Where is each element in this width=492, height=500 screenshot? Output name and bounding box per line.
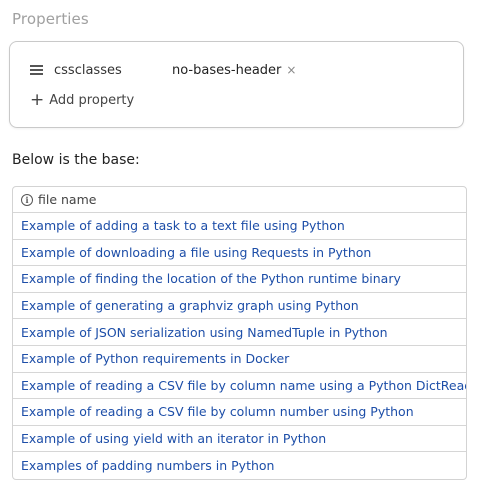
file-link[interactable]: Example of adding a task to a text file … bbox=[21, 218, 345, 233]
table-row: Example of Python requirements in Docker bbox=[13, 346, 466, 373]
plus-icon: + bbox=[30, 90, 45, 110]
file-link[interactable]: Example of reading a CSV file by column … bbox=[21, 404, 414, 419]
properties-heading: Properties bbox=[12, 10, 89, 28]
table-row: Example of generating a graphviz graph u… bbox=[13, 293, 466, 320]
info-icon: i bbox=[21, 193, 33, 206]
table-row: Example of reading a CSV file by column … bbox=[13, 373, 466, 400]
property-row[interactable]: cssclasses no-bases-header × bbox=[30, 60, 296, 80]
remove-tag-icon[interactable]: × bbox=[286, 63, 296, 77]
add-property-button[interactable]: + Add property bbox=[30, 92, 134, 109]
property-key[interactable]: cssclasses bbox=[54, 63, 172, 78]
file-link[interactable]: Examples of padding numbers in Python bbox=[21, 458, 274, 473]
property-value-tag[interactable]: no-bases-header bbox=[172, 63, 281, 78]
table-row: Example of JSON serialization using Name… bbox=[13, 319, 466, 346]
file-link[interactable]: Example of Python requirements in Docker bbox=[21, 351, 289, 366]
file-link[interactable]: Example of using yield with an iterator … bbox=[21, 431, 326, 446]
table-row: Examples of padding numbers in Python bbox=[13, 452, 466, 479]
file-link[interactable]: Example of downloading a file using Requ… bbox=[21, 245, 371, 260]
list-icon bbox=[30, 64, 43, 76]
table-row: Example of using yield with an iterator … bbox=[13, 426, 466, 453]
file-link[interactable]: Example of finding the location of the P… bbox=[21, 271, 401, 286]
file-link[interactable]: Example of JSON serialization using Name… bbox=[21, 325, 388, 340]
column-header-label: file name bbox=[38, 192, 97, 207]
table-row: Example of adding a task to a text file … bbox=[13, 213, 466, 240]
properties-box: cssclasses no-bases-header × + Add prope… bbox=[9, 41, 464, 128]
base-table: i file name Example of adding a task to … bbox=[12, 186, 467, 480]
table-row: Example of finding the location of the P… bbox=[13, 266, 466, 293]
table-row: Example of downloading a file using Requ… bbox=[13, 240, 466, 267]
file-link[interactable]: Example of generating a graphviz graph u… bbox=[21, 298, 359, 313]
table-row: Example of reading a CSV file by column … bbox=[13, 399, 466, 426]
column-header-file-name[interactable]: i file name bbox=[13, 187, 466, 213]
base-intro-text: Below is the base: bbox=[12, 152, 140, 168]
add-property-label: Add property bbox=[49, 93, 135, 108]
file-link[interactable]: Example of reading a CSV file by column … bbox=[21, 378, 466, 393]
